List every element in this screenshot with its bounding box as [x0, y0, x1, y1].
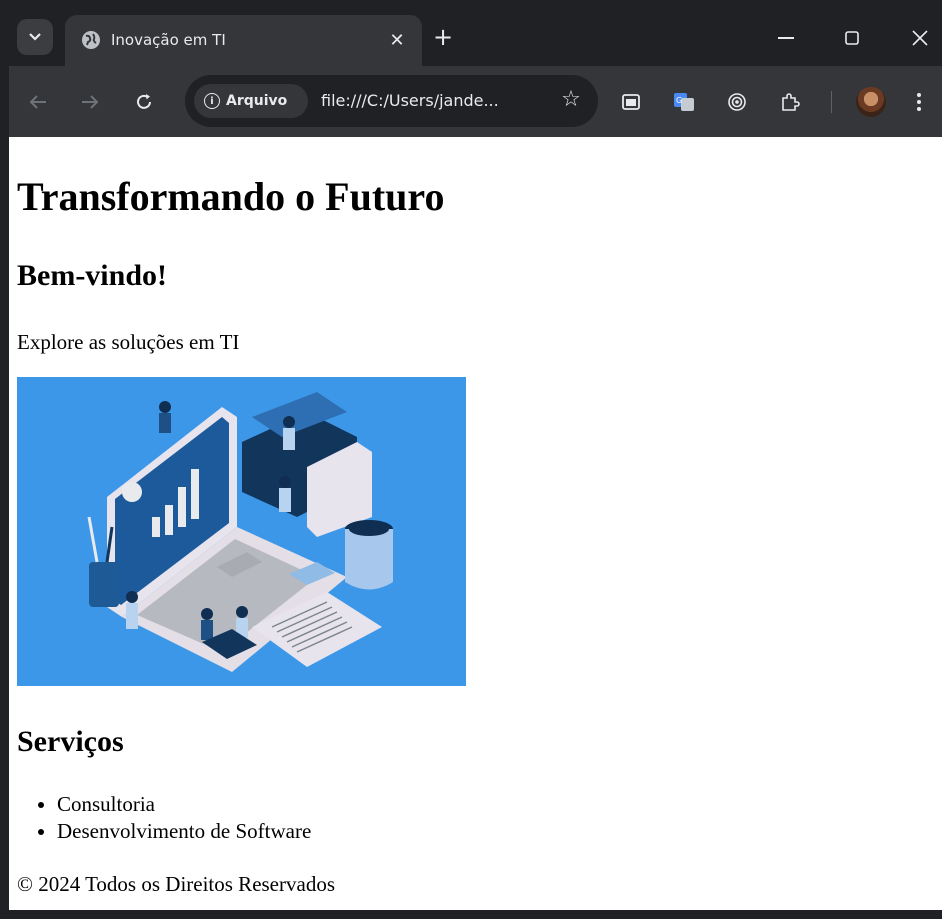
toolbar-separator — [831, 91, 832, 113]
star-icon[interactable]: ☆ — [558, 87, 584, 113]
page-content: Transformando o Futuro Bem-vindo! Explor… — [9, 137, 942, 910]
address-bar[interactable]: i Arquivo file:///C:/Users/jande... ☆ — [185, 75, 598, 127]
forward-icon[interactable] — [75, 87, 105, 117]
site-info-label: Arquivo — [226, 93, 288, 109]
minimize-icon[interactable] — [771, 23, 801, 53]
picture-in-picture-icon[interactable] — [616, 87, 646, 117]
info-icon: i — [204, 93, 220, 109]
tab-active[interactable]: Inovação em TI ✕ — [65, 15, 422, 66]
plus-icon[interactable]: + — [430, 25, 456, 51]
google-translate-icon[interactable]: G — [669, 87, 699, 117]
extensions-icon[interactable] — [775, 87, 805, 117]
cast-icon[interactable] — [722, 87, 752, 117]
tab-title: Inovação em TI — [111, 31, 226, 49]
tab-strip: Inovação em TI ✕ + — [9, 9, 942, 66]
welcome-heading: Bem-vindo! — [17, 259, 167, 292]
lead-text: Explore as soluções em TI — [17, 330, 240, 354]
url-text[interactable]: file:///C:/Users/jande... — [321, 91, 499, 110]
window-close-icon[interactable] — [905, 23, 935, 53]
footer-text: © 2024 Todos os Direitos Reservados — [17, 872, 335, 896]
list-item: Consultoria — [57, 791, 311, 818]
reload-icon[interactable] — [129, 87, 159, 117]
list-item: Desenvolvimento de Software — [57, 818, 311, 845]
svg-text:G: G — [676, 96, 682, 105]
page-title: Transformando o Futuro — [17, 174, 445, 219]
globe-icon — [81, 30, 101, 50]
hero-illustration — [17, 377, 466, 686]
maximize-icon[interactable] — [837, 23, 867, 53]
services-list: Consultoria Desenvolvimento de Software — [57, 791, 311, 845]
site-info-chip[interactable]: i Arquivo — [194, 84, 308, 118]
more-menu-icon[interactable] — [909, 87, 929, 117]
profile-avatar[interactable] — [856, 87, 886, 117]
tab-search-icon[interactable] — [17, 19, 53, 55]
close-icon[interactable]: ✕ — [386, 29, 408, 51]
back-icon[interactable] — [23, 87, 53, 117]
services-heading: Serviços — [17, 725, 124, 758]
toolbar: i Arquivo file:///C:/Users/jande... ☆ G — [9, 66, 942, 137]
